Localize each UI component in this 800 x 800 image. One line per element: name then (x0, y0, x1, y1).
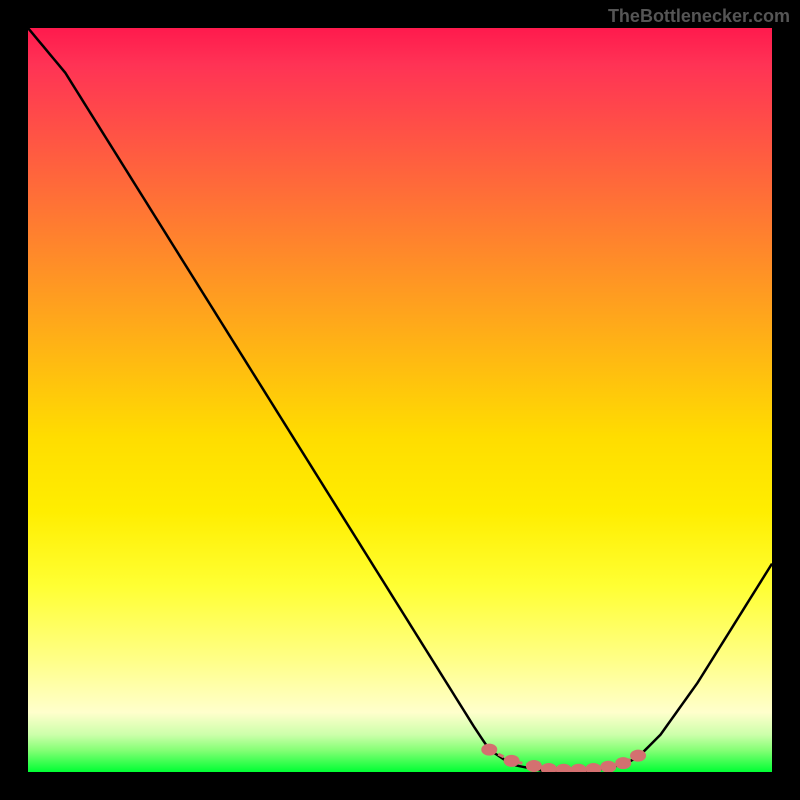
curve-group (28, 28, 772, 772)
marker-point (585, 763, 601, 772)
marker-point (615, 757, 631, 769)
marker-point (571, 764, 587, 772)
marker-point (600, 761, 616, 772)
marker-point (526, 760, 542, 772)
chart-plot-area (28, 28, 772, 772)
marker-point (556, 764, 572, 772)
markers-group (481, 744, 646, 772)
bottleneck-curve (28, 28, 772, 772)
marker-point (481, 744, 497, 756)
watermark-text: TheBottlenecker.com (608, 6, 790, 27)
marker-point (504, 755, 520, 767)
marker-point (630, 750, 646, 762)
marker-point (541, 763, 557, 772)
chart-svg (28, 28, 772, 772)
